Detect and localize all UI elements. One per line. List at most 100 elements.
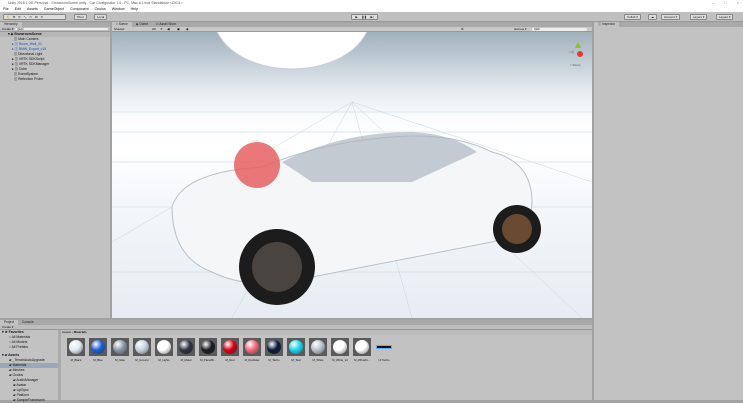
material-asset[interactable]: M_Glas: [111, 338, 129, 362]
scene-search-input[interactable]: Q▾All: [532, 28, 587, 31]
layers-dropdown[interactable]: Layers ▾: [690, 14, 708, 20]
hierarchy-item-label: BMW_Export_v15: [18, 47, 47, 51]
ceiling-light: [216, 32, 368, 70]
material-label: M_Blue: [93, 358, 103, 362]
material-asset[interactable]: M_Black: [67, 338, 85, 362]
material-asset[interactable]: M_White_Int: [331, 338, 349, 362]
ui-tacho-asset[interactable]: UI Tacho: [375, 338, 393, 362]
material-asset[interactable]: M_WhiteM...: [353, 338, 371, 362]
create-button[interactable]: Create ▾: [2, 27, 13, 31]
rect-tool-icon[interactable]: ▭: [29, 15, 32, 19]
material-asset[interactable]: M_Teal: [287, 338, 305, 362]
folder-item[interactable]: ▰ SampleFramework: [0, 398, 58, 403]
folder-label: Platform: [16, 393, 30, 397]
maximize-button[interactable]: □: [724, 0, 726, 5]
title-text: Unity 2018.1.0f2 Personal - ShowroomScen…: [8, 1, 183, 5]
local-toggle[interactable]: Local: [94, 14, 108, 20]
folder-label: Oculus: [12, 373, 24, 377]
hierarchy-item-label: VRTK SDKManager: [18, 62, 50, 66]
material-label: M_Lights: [158, 358, 170, 362]
tab-inspector[interactable]: ⓘ Inspector: [594, 22, 620, 27]
material-asset[interactable]: M_Red: [221, 338, 239, 362]
folder-icon: ▰: [13, 398, 16, 402]
gameobject-icon: ◫: [14, 42, 18, 46]
close-button[interactable]: ×: [737, 0, 739, 5]
favorites-list: ⌕ All Materials ⌕ All Models ⌕ All Prefabs: [0, 335, 58, 350]
material-sphere: [289, 340, 303, 354]
scene-viewport[interactable]: < Persp: [112, 32, 592, 318]
folder-label: LipSync: [16, 388, 29, 392]
material-thumbnail: [111, 338, 129, 356]
hierarchy-item-label: Room_Wall_01: [18, 42, 42, 46]
folder-icon: ▰: [9, 373, 12, 377]
material-sphere: [311, 340, 325, 354]
tab-scene-label: Scene: [118, 22, 128, 26]
ui-tacho-label: UI Tacho: [378, 358, 390, 362]
hierarchy-list: ◫ Main Camera ▸ ◫ Room_Wall_01 ▸ ◫ BMW_Exp…: [0, 37, 110, 82]
material-thumbnail: [287, 338, 305, 356]
material-asset[interactable]: M_Metal: [177, 338, 195, 362]
hierarchy-item[interactable]: ◫ Reflection Probe: [0, 77, 110, 82]
layout-label: Layout ▾: [719, 15, 731, 19]
material-label: M_Metal: [180, 358, 192, 362]
gameobject-icon: ◫: [13, 52, 18, 56]
scene-orientation-gizmo[interactable]: [568, 42, 583, 57]
gameobject-icon: ◫: [13, 37, 18, 41]
material-label: M_Ground: [135, 358, 149, 362]
step-icon[interactable]: ▶|: [370, 15, 373, 19]
pause-icon[interactable]: ❚❚: [362, 15, 367, 19]
folder-label: Meshes: [12, 368, 25, 372]
search-icon: ⌕: [9, 345, 11, 349]
pivot-toggle[interactable]: Pivot: [74, 14, 87, 20]
breadcrumb-materials[interactable]: Materials: [74, 330, 87, 334]
material-asset[interactable]: M_RedGlas: [243, 338, 261, 362]
hierarchy-search-input[interactable]: Q▾All: [15, 28, 108, 31]
minimize-button[interactable]: –: [712, 0, 714, 5]
gameobject-icon: ◫: [13, 77, 18, 81]
tab-asset-store-label: Asset Store: [159, 22, 176, 26]
play-icon[interactable]: ▶: [355, 15, 357, 19]
custom-tool-icon[interactable]: ✕: [41, 15, 44, 19]
folder-label: SampleFramework: [16, 398, 46, 402]
move-tool-icon[interactable]: ✥: [13, 15, 16, 19]
material-label: M_Teal: [291, 358, 301, 362]
material-thumbnail: [199, 338, 217, 356]
gameobject-icon: ◫: [13, 72, 18, 76]
material-asset[interactable]: M_Ground: [133, 338, 151, 362]
rotate-tool-icon[interactable]: ↻: [18, 15, 21, 19]
material-asset[interactable]: M_Tacho: [265, 338, 283, 362]
folder-label: Avatar: [16, 383, 27, 387]
cloud-icon[interactable]: ☁: [648, 14, 657, 20]
folder-icon: ▰: [13, 388, 16, 392]
material-thumbnail: [67, 338, 85, 356]
hand-tool-icon[interactable]: ✋: [6, 15, 10, 19]
material-sphere: [91, 340, 105, 354]
hierarchy-item-label: VRTK SDKScript: [18, 57, 45, 61]
material-asset[interactable]: M_Lights: [155, 338, 173, 362]
layout-dropdown[interactable]: Layout ▾: [716, 14, 734, 20]
collab-button[interactable]: Collab ▾: [624, 14, 641, 20]
persp-label[interactable]: < Persp: [570, 63, 581, 67]
material-asset[interactable]: M_PianoBl...: [199, 338, 217, 362]
transform-tool-icon[interactable]: ⊠: [35, 15, 38, 19]
transform-tools: ✋ ✥ ↻ ⤡ ▭ ⊠ ✕: [3, 14, 66, 20]
scale-tool-icon[interactable]: ⤡: [24, 15, 26, 19]
account-dropdown[interactable]: Account ▾: [661, 14, 681, 20]
material-asset[interactable]: M_White: [309, 338, 327, 362]
hierarchy-item-label: Main Camera: [18, 37, 39, 41]
material-thumbnail: [155, 338, 173, 356]
material-sphere: [355, 340, 369, 354]
material-sphere: [201, 340, 215, 354]
gameobject-icon: ◫: [14, 47, 18, 51]
material-label: M_Glas: [115, 358, 125, 362]
tab-console[interactable]: Console: [17, 320, 38, 325]
material-asset[interactable]: M_Blue: [89, 338, 107, 362]
material-thumbnail: [177, 338, 195, 356]
tree-scrollbar[interactable]: [58, 330, 61, 400]
favorite-item[interactable]: ⌕ All Prefabs: [0, 345, 58, 350]
window-controls: – □ ×: [712, 0, 739, 5]
scene-name: ShowroomScene: [14, 32, 42, 36]
breadcrumb-assets[interactable]: Assets: [62, 330, 71, 334]
favorite-label: All Prefabs: [11, 345, 29, 349]
project-create-button[interactable]: Create ▾: [2, 325, 13, 329]
